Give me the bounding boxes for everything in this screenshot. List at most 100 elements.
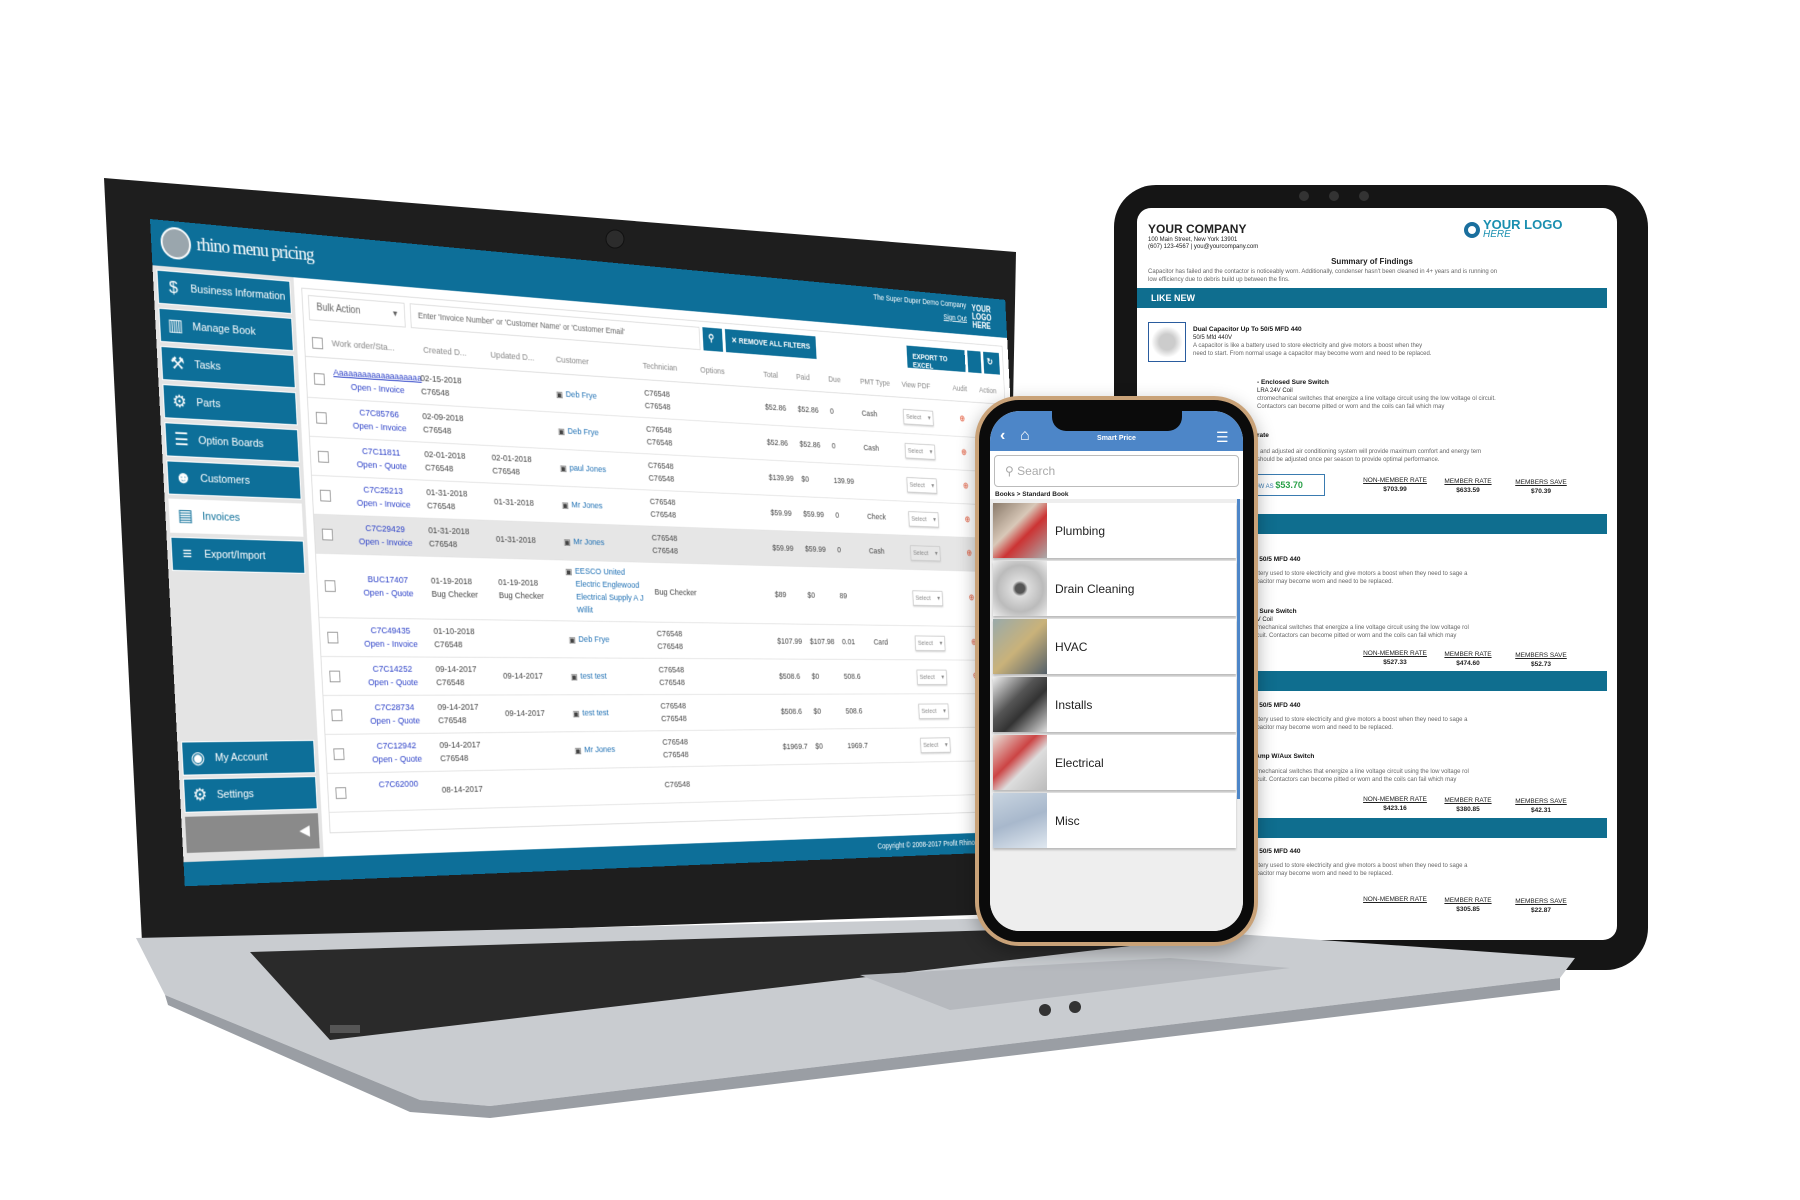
column-header[interactable]: Audit (952, 384, 967, 394)
customer-link[interactable]: paul Jones (569, 462, 606, 477)
row-checkbox[interactable] (335, 787, 346, 799)
audit-icon[interactable]: ⊕ (964, 515, 970, 524)
customer-link[interactable]: Deb Frye (578, 633, 610, 646)
audit-icon[interactable]: ⊕ (963, 481, 969, 491)
pdf-select[interactable]: Select ▾ (912, 590, 943, 606)
customer-link[interactable]: Deb Frye (567, 425, 599, 440)
bulk-action-select[interactable]: Bulk Action ▾ (308, 295, 406, 328)
pdf-select[interactable]: Select ▾ (905, 443, 936, 460)
pdf-select[interactable]: Select ▾ (903, 409, 934, 426)
pdf-select[interactable]: Select ▾ (910, 545, 941, 561)
category-item-drain-cleaning[interactable]: Drain Cleaning (993, 561, 1236, 616)
row-checkbox[interactable] (331, 709, 342, 721)
customer-link[interactable]: Mr Jones (571, 499, 603, 513)
audit-icon[interactable]: ⊕ (961, 448, 967, 458)
sidebar-icon: ▥ (165, 315, 185, 336)
search-input[interactable]: ⚲ Search (994, 455, 1239, 487)
pdf-select[interactable]: Select ▾ (915, 635, 946, 651)
customer-link[interactable]: test test (582, 707, 609, 720)
column-header[interactable]: Updated D... (490, 350, 534, 363)
column-header[interactable]: Paid (796, 372, 810, 383)
row-checkbox[interactable] (316, 412, 327, 424)
column-header[interactable]: Due (828, 375, 841, 385)
column-header[interactable]: Action (979, 386, 997, 396)
scrollbar[interactable] (1237, 499, 1240, 799)
pdf-select[interactable]: Select ▾ (918, 704, 949, 719)
audit-icon[interactable]: ⊕ (969, 593, 975, 602)
work-order-link[interactable]: C7C28734 (350, 701, 437, 715)
work-order-link[interactable]: C7C62000 (354, 777, 441, 792)
row-checkbox[interactable] (329, 671, 340, 683)
row-checkbox[interactable] (322, 529, 333, 541)
pdf-select[interactable]: Select ▾ (917, 670, 948, 685)
sidebar-item-settings[interactable]: ⚙ Settings (183, 776, 318, 813)
sidebar-item-my-account[interactable]: ◉ My Account (181, 740, 316, 776)
export-excel-button[interactable]: EXPORT TO EXCEL (906, 346, 965, 373)
collapse-sidebar-button[interactable]: ◀ (185, 813, 320, 853)
column-header[interactable]: View PDF (901, 380, 930, 391)
sidebar-item-tasks[interactable]: ⚒ Tasks (160, 346, 295, 388)
column-header[interactable]: Created D... (423, 345, 467, 359)
customer-link[interactable]: EESCO United (575, 565, 626, 579)
pdf-select[interactable]: Select ▾ (908, 511, 939, 527)
menu-icon[interactable]: ☰ (1216, 429, 1229, 446)
customer-link[interactable]: Electric Englewood (575, 578, 639, 592)
technician: C76548 (659, 677, 685, 690)
misc-image (993, 793, 1047, 848)
column-header[interactable]: Work order/Sta... (331, 338, 394, 353)
work-order-link[interactable]: C7C12942 (352, 739, 439, 754)
remove-filters-button[interactable]: ✕ REMOVE ALL FILTERS (725, 329, 817, 359)
brand-logo[interactable]: rhino menu pricing (160, 226, 314, 271)
sidebar-item-business-information[interactable]: $ Business Information (156, 270, 291, 314)
customer-link[interactable]: Electrical Supply A J (576, 591, 644, 605)
sidebar-item-option-boards[interactable]: ☰ Option Boards (164, 422, 299, 462)
column-header[interactable]: Technician (642, 361, 677, 373)
customer-link[interactable]: test test (580, 670, 607, 683)
sidebar-item-parts[interactable]: ⚙ Parts (162, 384, 297, 425)
row-checkbox[interactable] (333, 748, 344, 760)
sidebar-item-invoices[interactable]: ▤ Invoices (168, 499, 303, 537)
sidebar-item-export-import[interactable]: ≡ Export/Import (170, 537, 305, 574)
category-item-hvac[interactable]: HVAC (993, 619, 1236, 674)
pdf-select[interactable]: Select ▾ (906, 477, 937, 494)
sidebar-item-manage-book[interactable]: ▥ Manage Book (158, 308, 293, 351)
customer-link[interactable]: Mr Jones (573, 536, 605, 550)
customer-link[interactable]: Mr Jones (584, 744, 616, 757)
sidebar-item-customers[interactable]: ☻ Customers (166, 460, 301, 499)
sign-out-link[interactable]: Sign Out (943, 312, 967, 322)
select-all-checkbox[interactable] (312, 337, 323, 349)
row-checkbox[interactable] (314, 373, 325, 385)
work-order-link[interactable]: C7C49435 (346, 624, 434, 638)
sidebar-icon: ≡ (177, 544, 197, 565)
refresh-icon[interactable]: ↻ (983, 352, 1000, 375)
paid-value: $52.86 (797, 404, 819, 418)
contact-icon: ▣ (572, 707, 580, 720)
work-order-link[interactable]: C7C14252 (348, 663, 436, 677)
webcam-icon (606, 230, 624, 248)
rhino-logo-icon (160, 226, 192, 261)
row-checkbox[interactable] (325, 580, 336, 592)
due-value: 508.6 (844, 671, 861, 683)
created-date: C76548 (421, 386, 450, 401)
select-label: Select (906, 412, 922, 421)
category-item-plumbing[interactable]: Plumbing (993, 503, 1236, 558)
row-checkbox[interactable] (320, 490, 331, 502)
column-header[interactable]: PMT Type (860, 377, 890, 389)
column-header[interactable]: Customer (556, 355, 589, 367)
audit-icon[interactable]: ⊕ (966, 549, 972, 558)
audit-icon[interactable]: ⊕ (959, 414, 965, 424)
pdf-select[interactable]: Select ▾ (920, 737, 951, 753)
table-row[interactable]: C7C14252 Open - Quote 09-14-2017 C76548 09-1… (321, 657, 1021, 696)
search-button[interactable]: ⚲ (702, 327, 723, 352)
category-item-misc[interactable]: Misc (993, 793, 1236, 848)
column-header[interactable]: Total (763, 370, 778, 381)
row-checkbox[interactable] (327, 632, 338, 644)
column-chooser-button[interactable] (967, 350, 981, 373)
category-item-installs[interactable]: Installs (993, 677, 1236, 732)
category-item-electrical[interactable]: Electrical (993, 735, 1236, 790)
customer-link[interactable]: Willit (577, 604, 594, 617)
column-header[interactable]: Options (700, 365, 725, 377)
sidebar-item-label: My Account (215, 751, 268, 764)
row-checkbox[interactable] (318, 451, 329, 463)
customer-link[interactable]: Deb Frye (565, 388, 597, 403)
